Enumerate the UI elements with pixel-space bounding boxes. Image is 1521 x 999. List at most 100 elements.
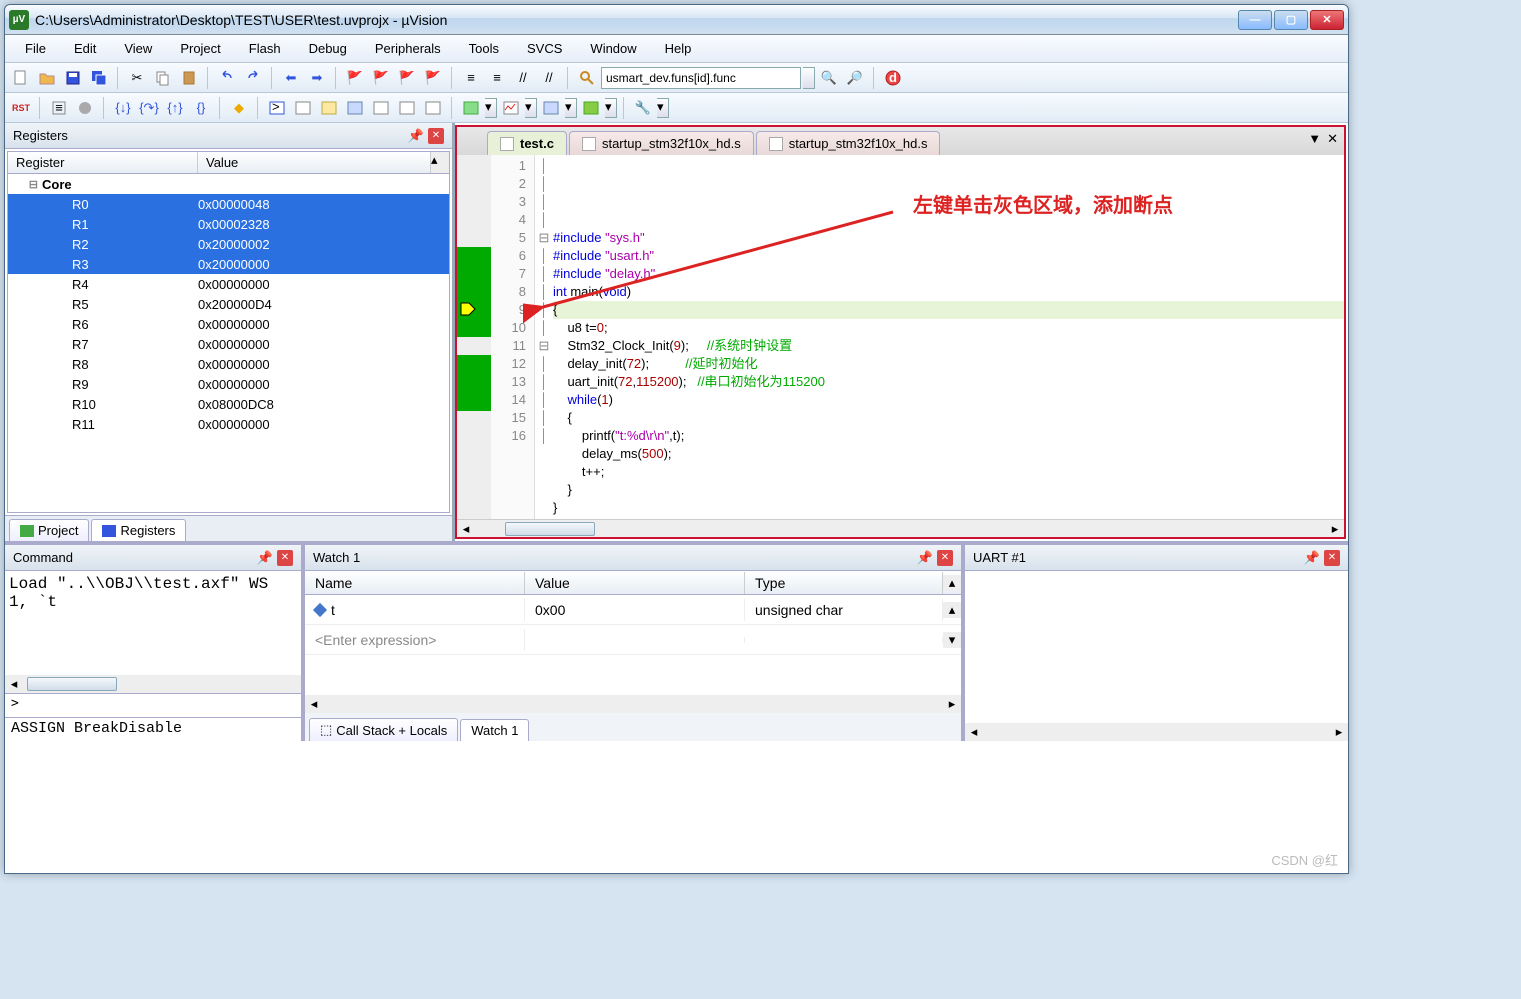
find-icon[interactable] [575, 66, 599, 90]
menu-tools[interactable]: Tools [455, 37, 513, 60]
reg-col-name[interactable]: Register [8, 152, 198, 173]
uart-output[interactable] [965, 571, 1348, 723]
reset-icon[interactable]: RST [9, 96, 33, 120]
toolbox-icon[interactable]: 🔧 [631, 96, 655, 120]
registers-tab[interactable]: Registers [91, 519, 186, 541]
step-into-icon[interactable]: {↓} [111, 96, 135, 120]
show-next-icon[interactable]: ◆ [227, 96, 251, 120]
bookmark-next-icon[interactable]: 🚩 [395, 66, 419, 90]
marker-gutter[interactable] [457, 155, 491, 519]
fold-gutter[interactable]: ││││⊟│││││⊟│││││ [535, 155, 553, 519]
reg-col-value[interactable]: Value [198, 152, 431, 173]
watch-scrollbar[interactable]: ◂▸ [305, 695, 961, 713]
uncomment-icon[interactable]: // [537, 66, 561, 90]
command-input[interactable]: > [5, 693, 301, 717]
maximize-button[interactable]: ▢ [1274, 10, 1308, 30]
pin-icon[interactable]: 📌 [1304, 550, 1320, 566]
system-viewer-icon[interactable] [579, 96, 603, 120]
scroll-down-icon[interactable]: ▾ [943, 632, 961, 648]
watch-col-name[interactable]: Name [305, 572, 525, 594]
register-row[interactable]: R110x00000000 [8, 414, 449, 434]
menu-project[interactable]: Project [166, 37, 234, 60]
tab-dropdown-icon[interactable]: ▼ [1308, 131, 1321, 147]
watch-col-type[interactable]: Type [745, 572, 943, 594]
disasm-window-icon[interactable] [291, 96, 315, 120]
search-input[interactable] [601, 67, 801, 89]
save-all-icon[interactable] [87, 66, 111, 90]
run-icon[interactable]: ≡ [47, 96, 71, 120]
memory-window-icon[interactable] [421, 96, 445, 120]
copy-icon[interactable] [151, 66, 175, 90]
redo-icon[interactable] [241, 66, 265, 90]
register-row[interactable]: R00x00000048 [8, 194, 449, 214]
command-output[interactable]: Load "..\\OBJ\\test.axf" WS 1, `t [5, 571, 301, 675]
bookmark-prev-icon[interactable]: 🚩 [369, 66, 393, 90]
save-icon[interactable] [61, 66, 85, 90]
analysis-window-icon[interactable] [499, 96, 523, 120]
register-row[interactable]: R40x00000000 [8, 274, 449, 294]
menu-file[interactable]: File [11, 37, 60, 60]
register-row[interactable]: R50x200000D4 [8, 294, 449, 314]
editor-body[interactable]: 12345678910111213141516 ││││⊟│││││⊟│││││… [457, 155, 1344, 519]
cut-icon[interactable]: ✂ [125, 66, 149, 90]
step-out-icon[interactable]: {↑} [163, 96, 187, 120]
assign-line[interactable]: ASSIGN BreakDisable [5, 717, 301, 741]
registers-window-icon[interactable] [343, 96, 367, 120]
symbols-window-icon[interactable] [317, 96, 341, 120]
trace-dropdown[interactable]: ▾ [565, 98, 577, 118]
register-row[interactable]: R60x00000000 [8, 314, 449, 334]
close-panel-icon[interactable]: ✕ [277, 550, 293, 566]
core-group[interactable]: Core [38, 177, 198, 192]
watch1-tab[interactable]: Watch 1 [460, 719, 529, 741]
editor-tab-2[interactable]: startup_stm32f10x_hd.s [756, 131, 941, 155]
open-icon[interactable] [35, 66, 59, 90]
pin-icon[interactable]: 📌 [917, 550, 933, 566]
forward-icon[interactable]: ➡ [305, 66, 329, 90]
menu-svcs[interactable]: SVCS [513, 37, 576, 60]
watch-enter[interactable]: <Enter expression> [305, 629, 525, 651]
code-area[interactable]: 左键单击灰色区域，添加断点 #include "sys.h"#include "… [553, 155, 1344, 519]
callstack-window-icon[interactable] [369, 96, 393, 120]
register-row[interactable]: R70x00000000 [8, 334, 449, 354]
comment-icon[interactable]: // [511, 66, 535, 90]
editor-h-scrollbar[interactable]: ◂ ▸ [457, 519, 1344, 537]
menu-window[interactable]: Window [576, 37, 650, 60]
pin-icon[interactable]: 📌 [257, 550, 273, 566]
register-row[interactable]: R30x20000000 [8, 254, 449, 274]
trace-window-icon[interactable] [539, 96, 563, 120]
step-over-icon[interactable]: {↷} [137, 96, 161, 120]
uart-scrollbar[interactable]: ◂▸ [965, 723, 1348, 741]
menu-debug[interactable]: Debug [295, 37, 361, 60]
project-tab[interactable]: Project [9, 519, 89, 541]
bookmark-clear-icon[interactable]: 🚩 [421, 66, 445, 90]
command-scrollbar[interactable]: ◂ [5, 675, 301, 693]
search-dropdown[interactable] [803, 67, 815, 89]
system-dropdown[interactable]: ▾ [605, 98, 617, 118]
indent-icon[interactable]: ≡ [459, 66, 483, 90]
watch-window-icon[interactable] [395, 96, 419, 120]
register-row[interactable]: R90x00000000 [8, 374, 449, 394]
menu-edit[interactable]: Edit [60, 37, 110, 60]
menu-help[interactable]: Help [651, 37, 706, 60]
toolbox-dropdown[interactable]: ▾ [657, 98, 669, 118]
bookmark-icon[interactable]: 🚩 [343, 66, 367, 90]
close-panel-icon[interactable]: ✕ [1324, 550, 1340, 566]
outdent-icon[interactable]: ≡ [485, 66, 509, 90]
scrollbar-up-icon[interactable]: ▴ [431, 152, 449, 173]
command-window-icon[interactable]: > [265, 96, 289, 120]
minimize-button[interactable]: — [1238, 10, 1272, 30]
stop-icon[interactable] [73, 96, 97, 120]
register-row[interactable]: R100x08000DC8 [8, 394, 449, 414]
close-button[interactable]: ✕ [1310, 10, 1344, 30]
editor-tab-0[interactable]: test.c [487, 131, 567, 155]
paste-icon[interactable] [177, 66, 201, 90]
tab-close-icon[interactable]: ✕ [1327, 131, 1338, 147]
register-row[interactable]: R80x00000000 [8, 354, 449, 374]
collapse-icon[interactable]: ⊟ [29, 178, 38, 191]
menu-peripherals[interactable]: Peripherals [361, 37, 455, 60]
callstack-tab[interactable]: ⬚Call Stack + Locals [309, 718, 458, 741]
close-panel-icon[interactable]: ✕ [937, 550, 953, 566]
scroll-up-icon[interactable]: ▴ [943, 575, 961, 591]
debug-icon[interactable]: d [881, 66, 905, 90]
run-to-cursor-icon[interactable]: {} [189, 96, 213, 120]
